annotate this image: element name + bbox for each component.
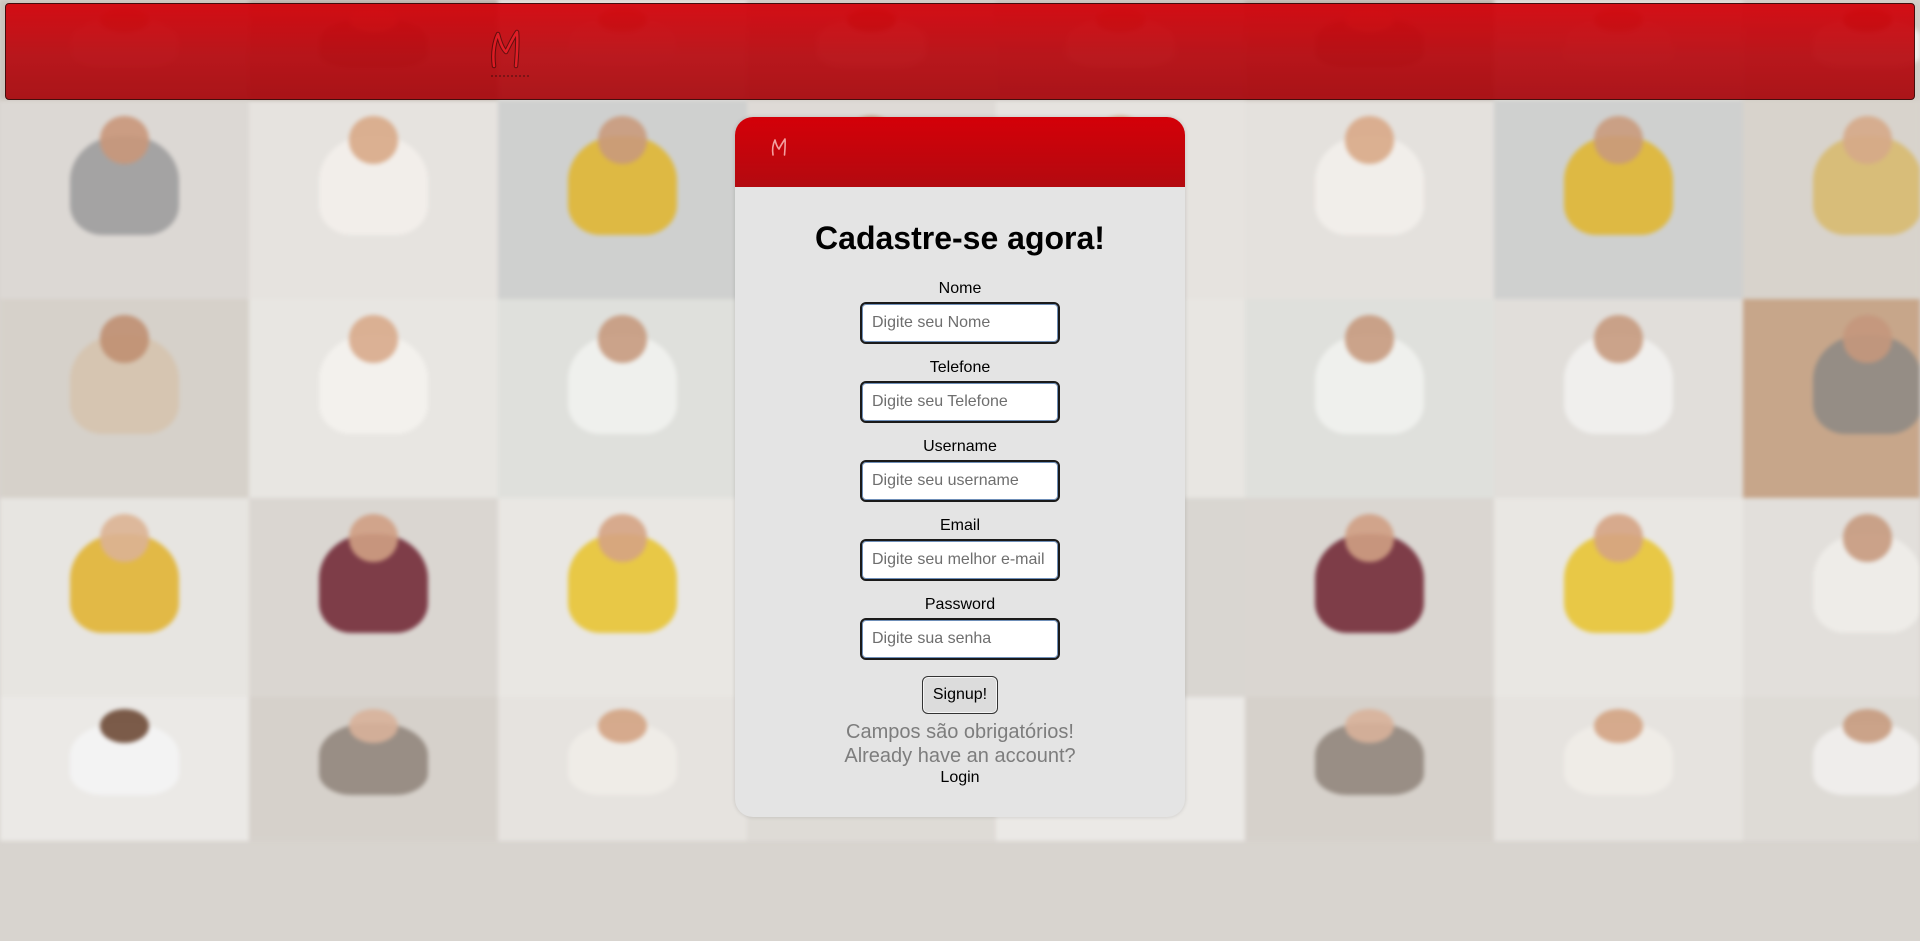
background-photo bbox=[0, 100, 249, 299]
top-header-bar bbox=[5, 3, 1915, 100]
card-header bbox=[735, 117, 1185, 187]
background-photo bbox=[1743, 697, 1920, 841]
phone-field[interactable] bbox=[860, 381, 1060, 423]
background-photo bbox=[498, 498, 747, 697]
background-photo bbox=[1494, 299, 1743, 498]
background-photo bbox=[0, 299, 249, 498]
email-field[interactable] bbox=[860, 539, 1060, 581]
phone-label: Telefone bbox=[929, 359, 991, 376]
background-photo bbox=[1743, 498, 1920, 697]
username-field[interactable] bbox=[860, 460, 1060, 502]
background-photo bbox=[1743, 100, 1920, 299]
background-photo bbox=[249, 100, 498, 299]
password-field[interactable] bbox=[860, 618, 1060, 660]
required-fields-note: Campos são obrigatórios! bbox=[846, 721, 1074, 743]
name-field[interactable] bbox=[860, 302, 1060, 344]
background-photo bbox=[1245, 498, 1494, 697]
name-label: Nome bbox=[938, 280, 982, 297]
background-photo bbox=[249, 498, 498, 697]
background-photo bbox=[1494, 100, 1743, 299]
background-photo bbox=[1245, 697, 1494, 841]
background-photo bbox=[498, 697, 747, 841]
background-photo bbox=[249, 697, 498, 841]
background-photo bbox=[1245, 299, 1494, 498]
background-photo bbox=[0, 697, 249, 841]
email-label: Email bbox=[939, 517, 980, 534]
signup-card: Cadastre-se agora! Nome Telefone Usernam… bbox=[735, 117, 1185, 817]
background-photo bbox=[1494, 498, 1743, 697]
password-label: Password bbox=[924, 596, 996, 613]
signup-button[interactable]: Signup! bbox=[922, 676, 998, 714]
background-photo bbox=[498, 299, 747, 498]
background-photo bbox=[1494, 697, 1743, 841]
background-photo bbox=[1743, 299, 1920, 498]
username-label: Username bbox=[923, 438, 997, 455]
page-title: Cadastre-se agora! bbox=[815, 220, 1105, 256]
account-prompt: Already have an account? bbox=[844, 745, 1076, 767]
brand-m-logo-icon bbox=[491, 29, 530, 77]
background-photo bbox=[249, 299, 498, 498]
login-link[interactable]: Login bbox=[940, 768, 979, 787]
background-photo bbox=[1245, 100, 1494, 299]
brand-m-logo-icon bbox=[771, 138, 787, 156]
signup-form: Nome Telefone Username Email Password Si… bbox=[735, 279, 1185, 787]
background-photo bbox=[0, 498, 249, 697]
background-photo bbox=[498, 100, 747, 299]
